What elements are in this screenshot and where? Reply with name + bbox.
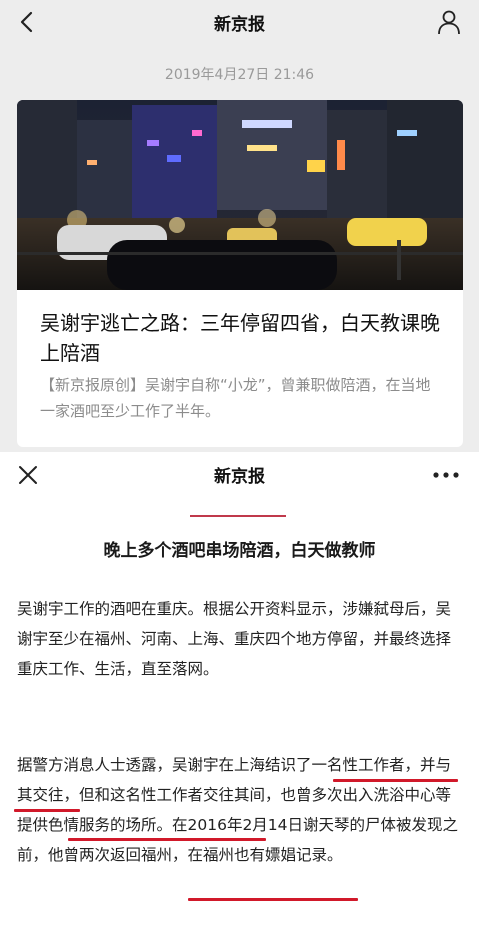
page-title: 新京报 (214, 14, 265, 35)
timestamp: 2019年4月27日 21:46 (164, 67, 315, 83)
article-paragraph: 吴谢宇工作的酒吧在重庆。根据公开资料显示，涉嫌弑母后，吴谢宇至少在福州、河南、上… (17, 600, 452, 678)
section-heading: 晚上多个酒吧串场陪酒，白天做教师 (103, 541, 376, 561)
highlight-underline (333, 779, 458, 782)
more-icon[interactable] (431, 465, 461, 485)
highlight-underline (188, 898, 358, 901)
top-header: 新京报 (0, 0, 479, 44)
page-title: 新京报 (214, 466, 265, 487)
highlight-underline (68, 838, 266, 841)
article-photo (17, 100, 463, 290)
article-headline[interactable]: 吴谢宇逃亡之路：三年停留四省，白天教课晚上陪酒 (40, 308, 445, 368)
top-screen: 新京报 2019年4月27日 21:46 吴谢宇逃亡之路：三年停留四省，白天教课… (0, 0, 479, 452)
bottom-header: 新京报 (0, 452, 479, 496)
article-paragraph: 据警方消息人士透露，吴谢宇在上海结识了一名性工作者，并与其交往，但和这名性工作者… (17, 756, 459, 864)
bottom-screen: 新京报 晚上多个酒吧串场陪酒，白天做教师 吴谢宇工作的酒吧在重庆。根据公开资料显… (0, 452, 479, 926)
article-summary: 【新京报原创】吴谢宇自称“小龙”，曾兼职做陪酒，在当地一家酒吧至少工作了半年。 (40, 376, 431, 420)
article-card[interactable]: 吴谢宇逃亡之路：三年停留四省，白天教课晚上陪酒 【新京报原创】吴谢宇自称“小龙”… (17, 100, 463, 447)
chevron-left-icon[interactable] (16, 10, 40, 34)
highlight-underline (14, 809, 80, 812)
user-icon[interactable] (437, 9, 461, 35)
close-icon[interactable] (18, 465, 38, 485)
section-divider (190, 515, 286, 517)
